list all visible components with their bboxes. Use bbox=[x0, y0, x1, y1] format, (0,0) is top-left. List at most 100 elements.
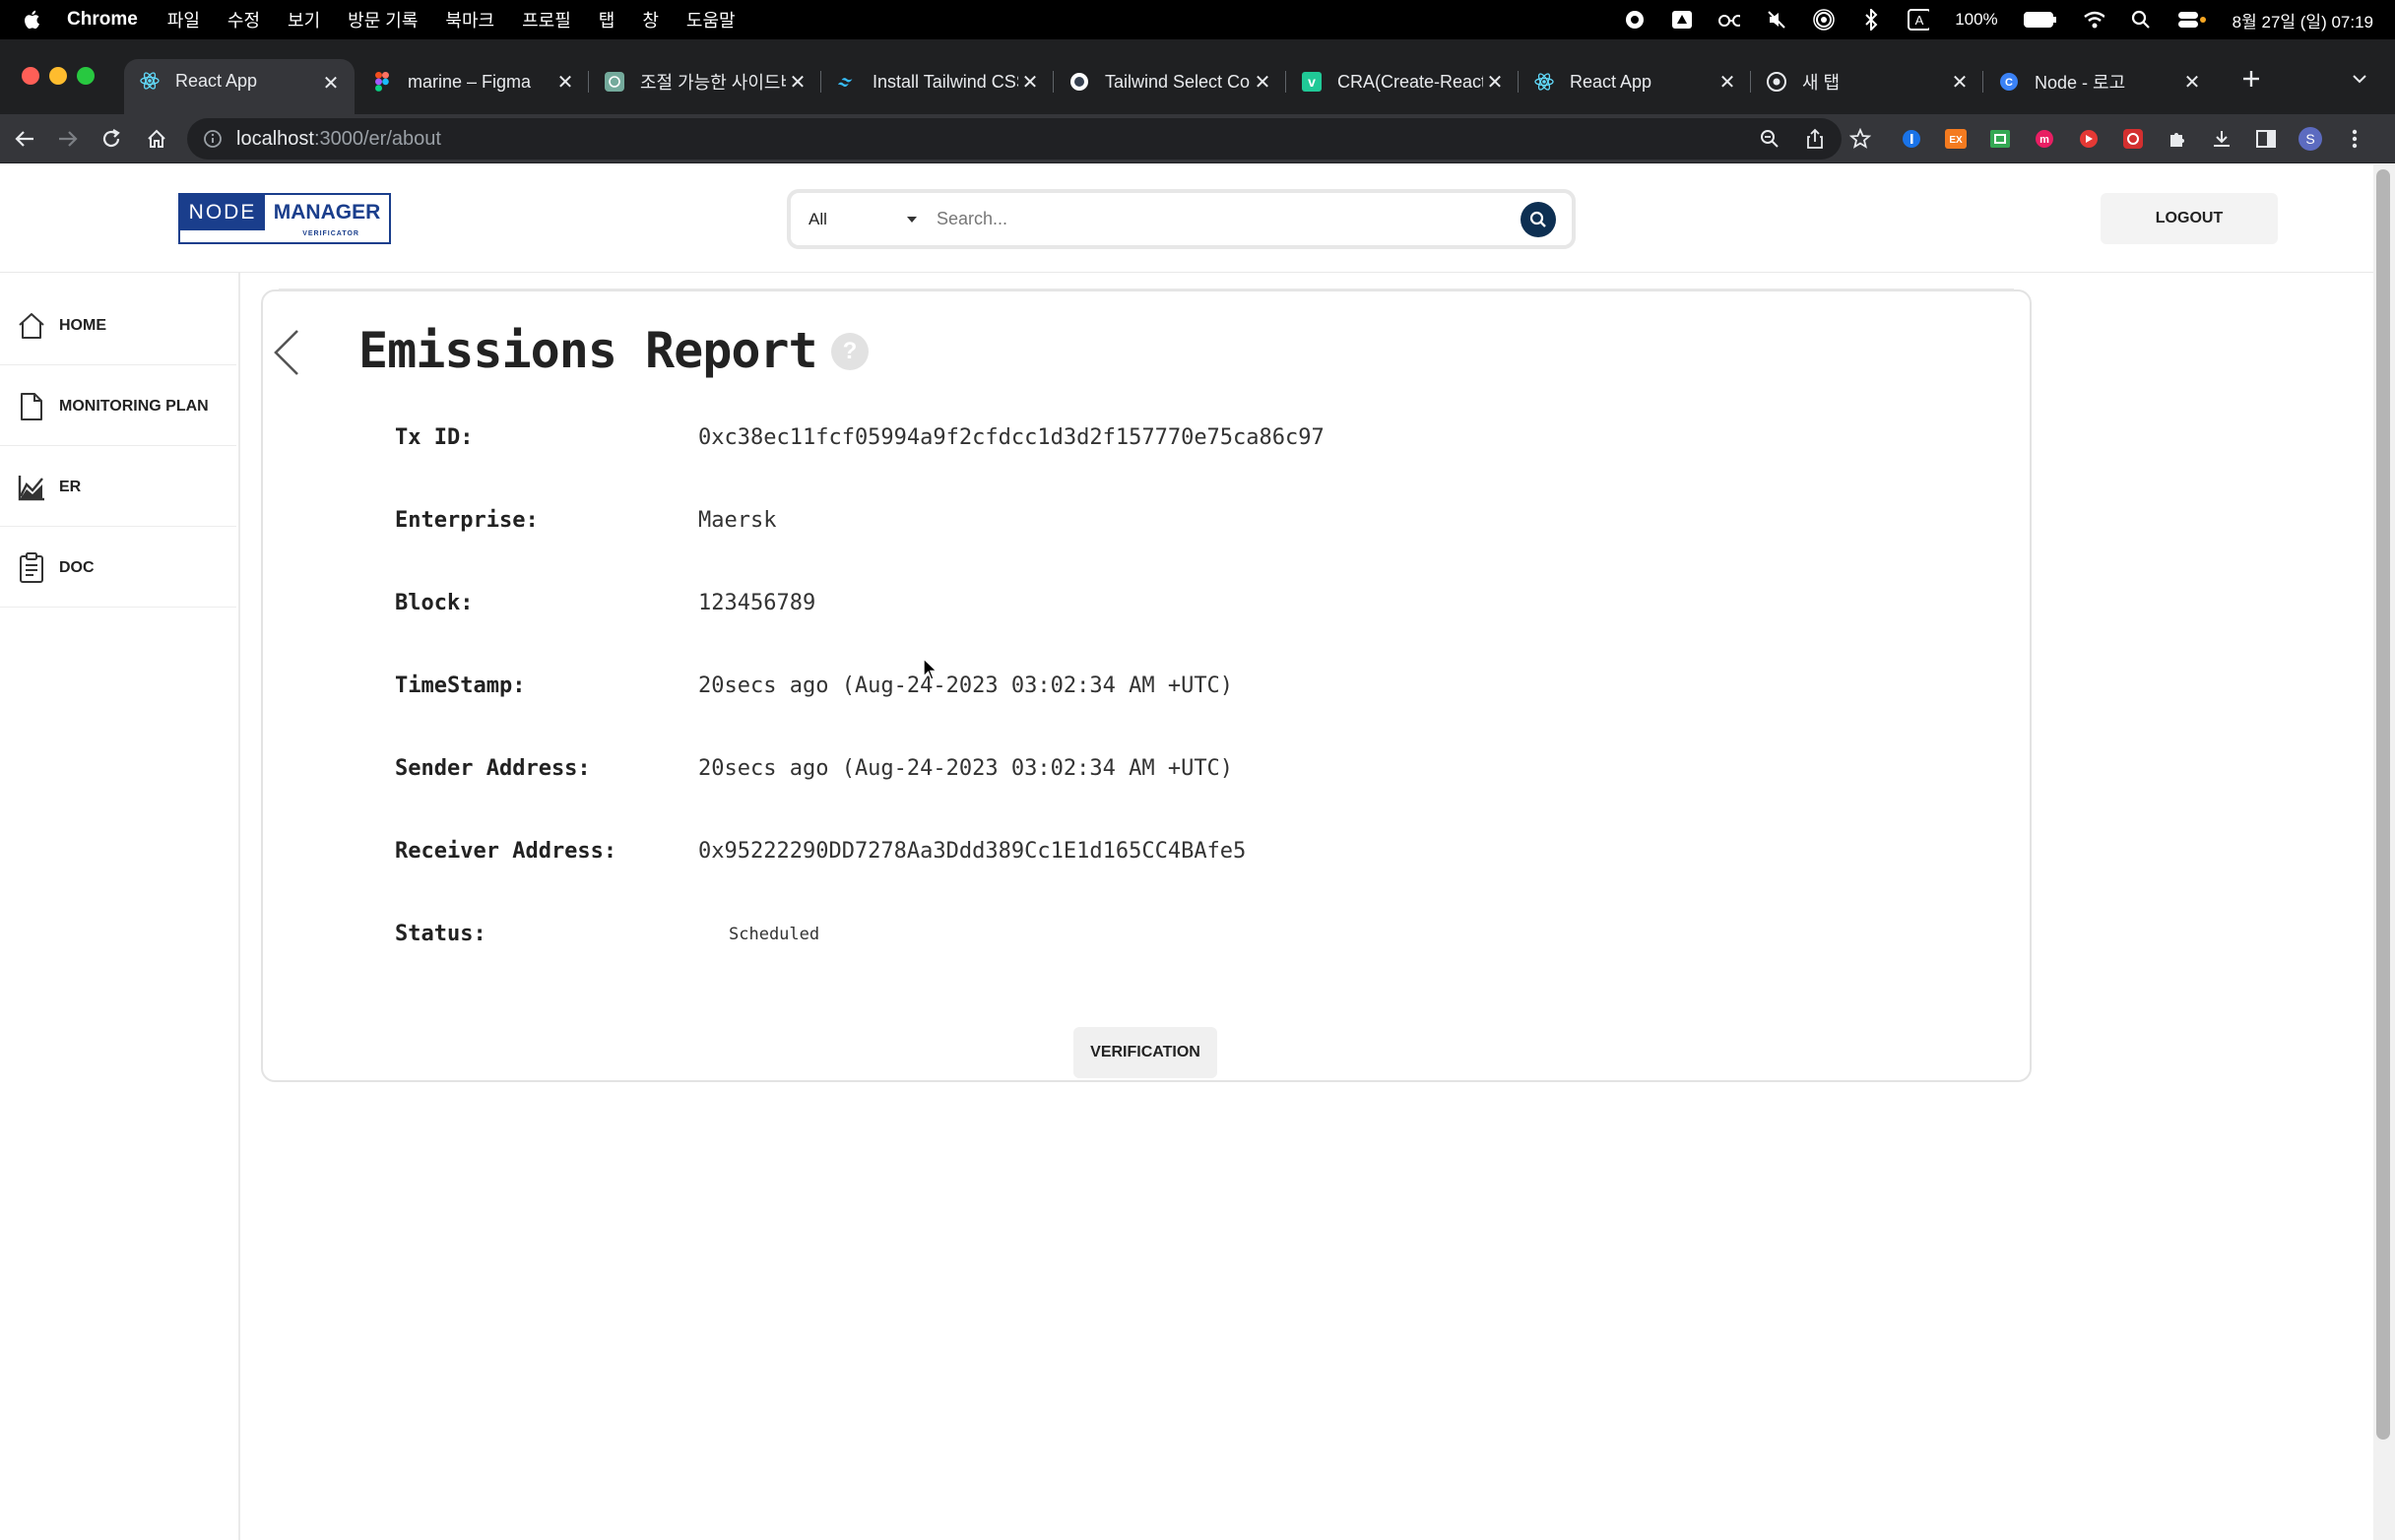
close-icon[interactable]: ✕ bbox=[786, 70, 809, 94]
search-bar: All bbox=[787, 189, 1576, 249]
menubar-clock[interactable]: 8월 27일 (일) 07:19 bbox=[2233, 8, 2373, 32]
extension-password-icon[interactable] bbox=[1899, 126, 1924, 152]
close-icon[interactable]: ✕ bbox=[1251, 70, 1274, 94]
browser-tab[interactable]: marine – Figma ✕ bbox=[356, 61, 589, 102]
extension-youtube-icon[interactable] bbox=[2076, 126, 2102, 152]
control-center-icon[interactable] bbox=[2177, 9, 2207, 31]
site-info-icon[interactable] bbox=[203, 129, 223, 149]
extension-ex-icon[interactable]: EX bbox=[1943, 126, 1969, 152]
profile-avatar[interactable]: S bbox=[2298, 126, 2323, 152]
block-value: 123456789 bbox=[698, 591, 816, 615]
sidebar-item-monitoring-plan[interactable]: MONITORING PLAN bbox=[0, 367, 236, 446]
extension-green-icon[interactable] bbox=[1987, 126, 2013, 152]
close-icon[interactable]: ✕ bbox=[1715, 70, 1739, 94]
menu-tab[interactable]: 탭 bbox=[599, 7, 615, 32]
tab-title: 새 탭 bbox=[1802, 73, 1841, 93]
window-zoom-button[interactable] bbox=[77, 67, 95, 85]
sidebar-item-doc[interactable]: DOC bbox=[0, 529, 236, 608]
close-icon[interactable]: ✕ bbox=[1483, 70, 1507, 94]
zoom-icon[interactable] bbox=[1757, 126, 1782, 152]
browser-tab[interactable]: C Node - 로고 ✕ bbox=[1983, 61, 2216, 102]
help-icon[interactable]: ? bbox=[831, 333, 869, 370]
menu-history[interactable]: 방문 기록 bbox=[348, 7, 418, 32]
close-icon[interactable]: ✕ bbox=[1948, 70, 1972, 94]
record-icon[interactable] bbox=[1624, 9, 1646, 31]
tailwind-select-icon bbox=[1069, 72, 1089, 92]
verification-button[interactable]: VERIFICATION bbox=[1073, 1027, 1217, 1078]
sidebar-item-label: HOME bbox=[59, 316, 106, 334]
side-panel-icon[interactable] bbox=[2253, 126, 2279, 152]
logo-node-text: NODE bbox=[180, 195, 265, 230]
back-arrow-icon[interactable] bbox=[8, 114, 41, 163]
page-scrollbar-thumb[interactable] bbox=[2376, 169, 2390, 1440]
close-icon[interactable]: ✕ bbox=[2180, 70, 2204, 94]
battery-percent: 100% bbox=[1955, 10, 1998, 29]
page-viewport: NODE MANAGER VERIFICATOR All LOGOUT HOME… bbox=[0, 164, 2373, 1540]
home-icon[interactable] bbox=[140, 114, 173, 163]
apple-icon[interactable] bbox=[22, 8, 41, 32]
close-icon[interactable]: ✕ bbox=[553, 70, 577, 94]
menu-edit[interactable]: 수정 bbox=[227, 7, 260, 32]
canva-icon: C bbox=[1999, 72, 2019, 92]
wifi-icon[interactable] bbox=[2083, 9, 2104, 31]
mouse-cursor-icon bbox=[923, 658, 939, 680]
window-close-button[interactable] bbox=[22, 67, 39, 85]
window-minimize-button[interactable] bbox=[49, 67, 67, 85]
react-icon bbox=[1534, 72, 1554, 92]
browser-tab[interactable]: 새 탭 ✕ bbox=[1751, 61, 1983, 102]
logo-sub-text: VERIFICATOR bbox=[302, 230, 359, 237]
search-category-select[interactable]: All bbox=[791, 210, 929, 229]
extension-red-icon[interactable] bbox=[2120, 126, 2146, 152]
tab-title: marine – Figma bbox=[408, 71, 532, 92]
browser-tab[interactable]: 조절 가능한 사이드바 ✕ bbox=[589, 61, 821, 102]
menu-view[interactable]: 보기 bbox=[288, 7, 320, 32]
tx-id-label: Tx ID: bbox=[395, 425, 474, 450]
browser-tab[interactable]: React App ✕ bbox=[1519, 61, 1751, 102]
macos-menu-bar: Chrome 파일 수정 보기 방문 기록 북마크 프로필 탭 창 도움말 A … bbox=[0, 0, 2395, 39]
logout-button[interactable]: LOGOUT bbox=[2101, 193, 2278, 244]
search-button[interactable] bbox=[1521, 201, 1556, 237]
sidebar-item-home[interactable]: HOME bbox=[0, 287, 236, 365]
enterprise-value: Maersk bbox=[698, 508, 777, 533]
caret-down-icon bbox=[907, 216, 917, 223]
menu-file[interactable]: 파일 bbox=[167, 7, 200, 32]
browser-tab[interactable]: Tailwind Select Co ✕ bbox=[1054, 61, 1286, 102]
clipboard-icon bbox=[16, 551, 47, 584]
airdrop-icon[interactable] bbox=[1813, 9, 1835, 31]
spotlight-icon[interactable] bbox=[2130, 9, 2152, 31]
menubar-app-name[interactable]: Chrome bbox=[67, 9, 138, 31]
glasses-icon[interactable] bbox=[1718, 9, 1741, 31]
search-icon bbox=[1529, 211, 1546, 227]
address-bar[interactable]: localhost:3000/er/about bbox=[187, 118, 1842, 160]
battery-icon[interactable] bbox=[2023, 9, 2057, 31]
close-icon[interactable]: ✕ bbox=[1018, 70, 1042, 94]
more-vert-icon[interactable] bbox=[2342, 126, 2367, 152]
search-input[interactable] bbox=[937, 209, 1521, 229]
reload-icon[interactable] bbox=[95, 114, 128, 163]
share-icon[interactable] bbox=[1802, 126, 1828, 152]
svg-text:m: m bbox=[2039, 134, 2049, 146]
forward-arrow-icon[interactable] bbox=[51, 114, 85, 163]
input-source-icon[interactable]: A bbox=[1908, 9, 1930, 31]
menu-help[interactable]: 도움말 bbox=[686, 7, 736, 32]
browser-tab[interactable]: v CRA(Create-React ✕ bbox=[1286, 61, 1519, 102]
mute-icon[interactable] bbox=[1766, 9, 1787, 31]
bookmark-star-icon[interactable] bbox=[1847, 126, 1873, 152]
menu-bookmarks[interactable]: 북마크 bbox=[445, 7, 494, 32]
bluetooth-icon[interactable] bbox=[1860, 9, 1882, 31]
download-icon[interactable] bbox=[2209, 126, 2234, 152]
tab-search-chevron-icon[interactable] bbox=[2346, 65, 2373, 93]
menu-window[interactable]: 창 bbox=[642, 7, 659, 32]
back-chevron-icon[interactable] bbox=[270, 326, 303, 379]
close-icon[interactable]: ✕ bbox=[319, 71, 343, 95]
browser-tab[interactable]: Install Tailwind CSS ✕ bbox=[821, 61, 1054, 102]
new-tab-icon[interactable] bbox=[2235, 63, 2267, 95]
logo-manager-text: MANAGER bbox=[273, 201, 381, 224]
extensions-puzzle-icon[interactable] bbox=[2165, 126, 2190, 152]
extension-m-icon[interactable]: m bbox=[2032, 126, 2057, 152]
menu-profiles[interactable]: 프로필 bbox=[522, 7, 571, 32]
drive-icon[interactable] bbox=[1671, 9, 1693, 31]
sidebar-item-er[interactable]: ER bbox=[0, 448, 236, 527]
logo[interactable]: NODE MANAGER VERIFICATOR bbox=[178, 193, 391, 244]
sidebar: HOME MONITORING PLAN ER DOC bbox=[0, 273, 240, 1540]
